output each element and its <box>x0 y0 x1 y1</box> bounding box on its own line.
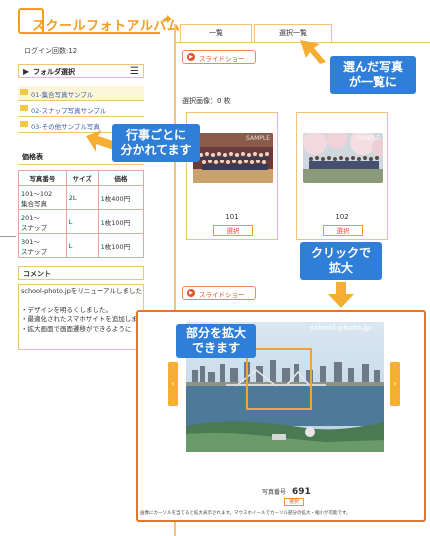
slideshow-label: スライドショー <box>199 291 245 299</box>
comment-line: school-photo.jpをリニューアルしました <box>21 287 142 295</box>
cell-photo-no: 301～ スナップ <box>18 233 67 258</box>
zoom-photo-number: 写真番号 691 <box>262 487 311 497</box>
folder-icon <box>20 89 28 95</box>
table-row: 301～ スナップ L 1枚100円 <box>18 233 145 258</box>
selected-count: 選択画像：0 枚 <box>182 97 231 105</box>
divider <box>0 236 16 237</box>
folder-icon <box>20 105 28 111</box>
watermark-text: school-photo.jp <box>310 324 372 332</box>
photo-card[interactable]: SAMPLE 102 選択 <box>296 112 388 240</box>
callout-click-zoom: クリックで 拡大 <box>300 242 382 280</box>
comment-line: ・拡大画面で画面遷移ができるように <box>21 324 132 333</box>
photo-number: 102 <box>335 213 349 221</box>
price-table-title: 価格表 <box>22 153 43 161</box>
triangle-right-icon: ▶ <box>23 67 30 76</box>
photo-thumbnail[interactable]: SAMPLE <box>193 133 273 183</box>
slideshow-label: スライドショー <box>199 55 245 63</box>
col-price: 価格 <box>97 170 145 186</box>
col-size: サイズ <box>65 170 99 186</box>
select-button[interactable]: 選択 <box>323 225 363 236</box>
zoom-select-button[interactable]: 選択 <box>284 498 304 506</box>
play-icon: ▶ <box>187 289 195 297</box>
table-row: 101～102 集合写真 2L 1枚400円 <box>18 185 145 210</box>
col-photo-no: 写真番号 <box>18 170 67 186</box>
comment-line: ・デザインを明るくしました。 <box>21 305 112 314</box>
table-row: 201～ スナップ L 1枚100円 <box>18 209 145 234</box>
login-count: ログイン回数:12 <box>24 47 78 55</box>
slideshow-button[interactable]: ▶ スライドショー <box>182 286 256 300</box>
sample-watermark: SAMPLE <box>246 135 270 142</box>
zoom-instructions: 画像にカーソルを当てると拡大表示されます。マウスホイールでカーソル部分の拡大・縮… <box>140 511 351 516</box>
cell-size: 2L <box>65 185 99 210</box>
play-icon: ▶ <box>187 53 195 61</box>
site-logo[interactable]: スクールフォトアルバム ✦ <box>18 6 180 36</box>
price-table: 写真番号 サイズ 価格 101～102 集合写真 2L 1枚400円 201～ スナ… <box>18 170 145 258</box>
folder-item-group-photo[interactable]: 01-集合写真サンプル <box>18 86 144 100</box>
folder-select-label: フォルダ選択 <box>33 68 75 76</box>
folder-icon <box>20 121 28 127</box>
cell-price: 1枚100円 <box>97 233 145 258</box>
cell-size: L <box>65 233 99 258</box>
select-button[interactable]: 選択 <box>213 225 253 236</box>
photo-number: 101 <box>225 213 239 221</box>
slideshow-button[interactable]: ▶ スライドショー <box>182 50 256 64</box>
cell-photo-no: 201～ スナップ <box>18 209 67 234</box>
comment-spacer <box>21 297 141 306</box>
cell-size: L <box>65 209 99 234</box>
arrow-icon <box>300 40 326 64</box>
comment-header: コメント <box>18 266 144 280</box>
zoom-lens-rect <box>246 348 312 410</box>
callout-events: 行事ごとに 分かれてます <box>112 124 200 162</box>
comment-line: ・最適化されたスマホサイトを追加しました。 <box>21 315 144 323</box>
sparkle-icon: ✦ <box>162 12 174 28</box>
next-arrow-button[interactable]: › <box>390 362 400 406</box>
cell-price: 1枚400円 <box>97 185 145 210</box>
folder-item-label[interactable]: 01-集合写真サンプル <box>31 89 93 99</box>
cell-photo-no: 101～102 集合写真 <box>18 185 67 210</box>
folder-item-snap-photo[interactable]: 02-スナップ写真サンプル <box>18 102 144 116</box>
hamburger-menu-icon[interactable]: ☰ <box>130 66 139 77</box>
tab-list[interactable]: 一覧 <box>180 24 252 42</box>
cell-price: 1枚100円 <box>97 209 145 234</box>
comment-title: コメント <box>23 270 51 278</box>
divider <box>18 100 144 101</box>
prev-arrow-button[interactable]: ‹ <box>168 362 178 406</box>
photo-thumbnail[interactable]: SAMPLE <box>303 133 383 183</box>
divider <box>18 116 144 117</box>
arrow-down-icon <box>328 282 354 308</box>
comment-body: school-photo.jpをリニューアルしました ・デザインを明るくしました… <box>18 284 144 350</box>
folder-item-label[interactable]: 02-スナップ写真サンプル <box>31 105 106 115</box>
sample-watermark: SAMPLE <box>356 135 380 142</box>
callout-selected-list: 選んだ写真 が一覧に <box>330 56 416 94</box>
logo-underline <box>32 32 160 34</box>
callout-zoom-part: 部分を拡大 できます <box>176 324 256 358</box>
folder-select-header[interactable]: ▶ フォルダ選択 ☰ <box>18 64 144 78</box>
